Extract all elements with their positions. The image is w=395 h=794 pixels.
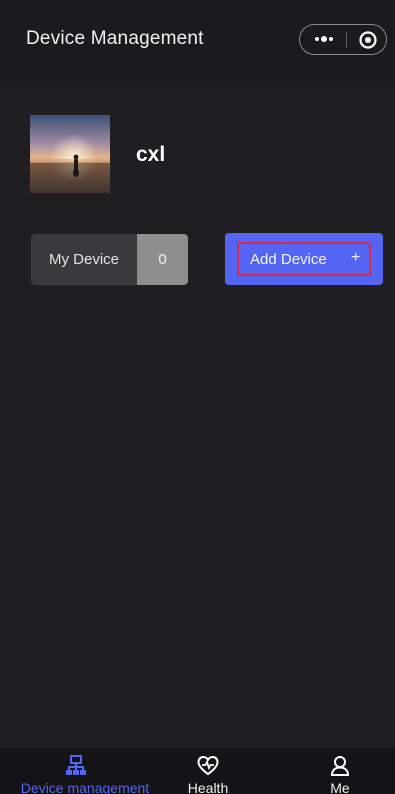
avatar[interactable]: [30, 115, 110, 193]
capsule-divider: [346, 32, 347, 48]
navigation-bar: Device Management: [0, 0, 395, 82]
page-title: Device Management: [26, 28, 204, 49]
add-device-label: Add Device: [250, 251, 327, 268]
target-icon[interactable]: [358, 30, 378, 50]
tab-device-management[interactable]: Device management: [0, 748, 170, 794]
person-icon: [329, 755, 351, 777]
tab-label-health: Health: [187, 780, 229, 794]
tab-me[interactable]: Me: [305, 748, 375, 794]
mini-program-capsule: [299, 24, 387, 55]
tab-health[interactable]: Health: [170, 748, 246, 794]
device-network-icon: [65, 755, 87, 777]
tab-label-device-management: Device management: [20, 780, 150, 794]
heart-pulse-icon: [197, 755, 219, 777]
my-device-label: My Device: [49, 251, 120, 268]
device-management-screen: Device Management cxl My Device 0 Add De…: [0, 0, 395, 794]
my-device-button[interactable]: My Device 0: [31, 234, 188, 285]
device-count-badge: 0: [137, 234, 188, 285]
add-device-button[interactable]: Add Device +: [225, 233, 383, 285]
plus-icon: +: [351, 249, 361, 266]
more-dots-icon[interactable]: [313, 32, 335, 46]
bottom-tab-bar: Device management Health Me: [0, 748, 395, 794]
tab-label-me: Me: [330, 780, 350, 794]
username: cxl: [136, 143, 166, 166]
